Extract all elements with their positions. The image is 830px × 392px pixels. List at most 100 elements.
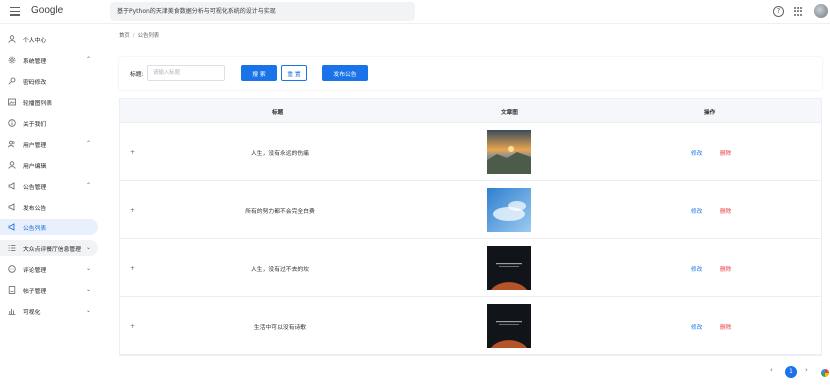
users-icon — [7, 140, 16, 149]
filter-panel: 标题: 搜 索 重 置 发布公告 — [119, 57, 822, 90]
sidebar-item-posts[interactable]: 帖子管理 ⌄ — [0, 282, 98, 298]
edit-link[interactable]: 修改 — [691, 265, 702, 273]
sidebar-item-label: 关于我们 — [23, 121, 47, 128]
sidebar-item-system[interactable]: 系统管理 ⌃ — [0, 52, 98, 68]
megaphone-icon — [7, 223, 16, 232]
sidebar-item-label: 用户编辑 — [23, 163, 47, 170]
avatar[interactable] — [814, 4, 828, 18]
sidebar-item-restaurant-info[interactable]: 大众点评餐厅信息管理 ⌄ — [0, 240, 98, 256]
article-thumbnail[interactable] — [487, 246, 531, 290]
sidebar-item-label: 大众点评餐厅信息管理 — [23, 246, 81, 253]
reset-button[interactable]: 重 置 — [281, 65, 307, 81]
apps-grid-icon[interactable] — [794, 7, 803, 16]
sidebar-item-visualization[interactable]: 可视化 ⌄ — [0, 303, 98, 319]
edit-link[interactable]: 修改 — [691, 149, 702, 157]
row-title: 人生，没有永远的伤痛 — [251, 151, 309, 157]
table-row: + 人生，没有过不去的坎 修改 删除 — [120, 239, 821, 297]
sidebar-item-label: 评论管理 — [23, 267, 47, 274]
info-icon — [7, 119, 16, 128]
sidebar-item-label: 发布公告 — [23, 205, 47, 212]
megaphone-icon — [7, 203, 16, 212]
announcement-table: 标题 文章图 操作 + 人生，没有永远的伤痛 修改 删除 + 所有的努力都不会完… — [119, 98, 822, 356]
chevron-down-icon: ⌄ — [85, 307, 91, 314]
breadcrumb: 首页 / 公告列表 — [119, 31, 159, 39]
expand-row-icon[interactable]: + — [130, 207, 135, 214]
sidebar-item-about[interactable]: 关于我们 — [0, 115, 98, 131]
person-icon — [7, 35, 16, 44]
edit-link[interactable]: 修改 — [691, 207, 702, 215]
sidebar-item-label: 轮播图列表 — [23, 100, 52, 107]
article-thumbnail[interactable] — [487, 130, 531, 174]
help-icon[interactable]: ? — [773, 6, 784, 17]
column-header-actions: 操作 — [704, 110, 716, 116]
sidebar-item-label: 密码修改 — [23, 79, 47, 86]
key-icon — [7, 77, 16, 86]
sidebar-item-label: 公告管理 — [23, 184, 47, 191]
table-row: + 生活中可以没有诗歌 修改 删除 — [120, 297, 821, 355]
table-row: + 所有的努力都不会完全白费 修改 删除 — [120, 181, 821, 239]
sidebar-item-label: 个人中心 — [23, 37, 47, 44]
expand-row-icon[interactable]: + — [130, 149, 135, 156]
column-header-image: 文章图 — [501, 110, 518, 116]
publish-announcement-button[interactable]: 发布公告 — [322, 65, 368, 81]
chevron-up-icon: ⌃ — [85, 140, 91, 147]
breadcrumb-current: 公告列表 — [137, 33, 160, 39]
sidebar-item-label: 公告列表 — [23, 225, 47, 232]
row-title: 人生，没有过不去的坎 — [251, 267, 309, 273]
image-icon — [7, 98, 16, 107]
chevron-down-icon: ⌄ — [85, 286, 91, 293]
chevron-down-icon: ⌄ — [85, 244, 91, 251]
sidebar-item-password[interactable]: 密码修改 — [0, 73, 98, 89]
hamburger-menu-icon[interactable] — [10, 7, 20, 17]
sidebar: 个人中心 系统管理 ⌃ 密码修改 轮播图列表 关于我们 用户管理 ⌃ 用户编辑 … — [0, 24, 102, 392]
logo[interactable]: Google — [31, 5, 63, 16]
pagination-next-icon[interactable]: › — [805, 366, 808, 374]
title-filter-label: 标题: — [130, 72, 144, 78]
chevron-up-icon: ⌃ — [85, 56, 91, 63]
table-row: + 人生，没有永远的伤痛 修改 删除 — [120, 123, 821, 181]
assistant-icon[interactable] — [821, 369, 829, 377]
person-icon — [7, 161, 16, 170]
chevron-down-icon: ⌄ — [85, 265, 91, 272]
sidebar-item-user-edit[interactable]: 用户编辑 — [0, 157, 98, 173]
sidebar-item-announcement-list[interactable]: 公告列表 — [0, 219, 98, 235]
pagination-page-current[interactable]: 1 — [785, 366, 797, 378]
megaphone-icon — [7, 182, 16, 191]
chart-icon — [7, 307, 16, 316]
breadcrumb-separator: / — [132, 33, 135, 39]
pagination-prev-icon[interactable]: ‹ — [770, 366, 773, 374]
sidebar-item-users[interactable]: 用户管理 ⌃ — [0, 136, 98, 152]
top-app-bar: Google 基于Python的天津美食数据分析与可视化系统的设计与实现 ? — [0, 0, 830, 24]
sidebar-item-label: 帖子管理 — [23, 288, 47, 295]
article-thumbnail[interactable] — [487, 188, 531, 232]
sidebar-item-publish-announcement[interactable]: 发布公告 — [0, 199, 98, 215]
expand-row-icon[interactable]: + — [130, 323, 135, 330]
list-icon — [7, 244, 16, 253]
search-bar[interactable]: 基于Python的天津美食数据分析与可视化系统的设计与实现 — [110, 2, 415, 21]
sidebar-item-comments[interactable]: 评论管理 ⌄ — [0, 261, 98, 277]
comment-icon — [7, 265, 16, 274]
row-title: 所有的努力都不会完全白费 — [245, 209, 315, 215]
breadcrumb-home[interactable]: 首页 — [119, 33, 130, 39]
document-icon — [7, 286, 16, 295]
delete-link[interactable]: 删除 — [720, 323, 731, 331]
column-header-title: 标题 — [272, 110, 284, 116]
sidebar-item-label: 用户管理 — [23, 142, 47, 149]
delete-link[interactable]: 删除 — [720, 207, 731, 215]
expand-row-icon[interactable]: + — [130, 265, 135, 272]
gear-icon — [7, 56, 16, 65]
search-button[interactable]: 搜 索 — [241, 65, 277, 81]
edit-link[interactable]: 修改 — [691, 323, 702, 331]
delete-link[interactable]: 删除 — [720, 149, 731, 157]
sidebar-item-label: 系统管理 — [23, 58, 47, 65]
title-search-input[interactable] — [147, 65, 225, 81]
sidebar-item-label: 可视化 — [23, 309, 41, 316]
chevron-up-icon: ⌃ — [85, 182, 91, 189]
delete-link[interactable]: 删除 — [720, 265, 731, 273]
row-title: 生活中可以没有诗歌 — [253, 325, 307, 331]
sidebar-item-carousel[interactable]: 轮播图列表 — [0, 94, 98, 110]
table-header: 标题 文章图 操作 — [120, 99, 821, 123]
sidebar-item-announcements[interactable]: 公告管理 ⌃ — [0, 178, 98, 194]
article-thumbnail[interactable] — [487, 304, 531, 348]
sidebar-item-profile[interactable]: 个人中心 — [0, 31, 98, 47]
